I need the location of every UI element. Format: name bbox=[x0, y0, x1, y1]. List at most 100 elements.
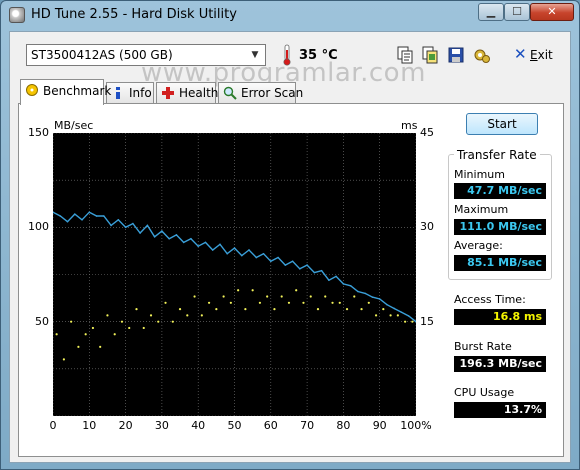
right-axis-tick: 15 bbox=[420, 314, 434, 328]
access-time-point bbox=[367, 301, 370, 304]
transfer-rate-point bbox=[153, 235, 156, 238]
save-icon[interactable] bbox=[447, 46, 465, 64]
right-axis-unit: ms bbox=[401, 119, 418, 132]
access-time-point bbox=[389, 314, 392, 317]
transfer-rate-point bbox=[88, 211, 91, 214]
tab-benchmark-label: Benchmark bbox=[43, 84, 112, 98]
x-axis-tick: 60 bbox=[263, 419, 278, 432]
transfer-rate-point bbox=[139, 232, 141, 234]
transfer-rate-point bbox=[313, 271, 316, 274]
x-axis-tick: 20 bbox=[118, 419, 133, 432]
transfer-rate-point bbox=[81, 218, 83, 221]
burst-rate-value: 196.3 MB/sec bbox=[454, 356, 546, 372]
transfer-rate-point bbox=[255, 256, 258, 259]
access-time-point bbox=[396, 314, 399, 317]
transfer-rate-point bbox=[66, 220, 69, 223]
transfer-rate-line bbox=[53, 211, 416, 323]
access-time-point bbox=[251, 289, 254, 292]
access-time-point bbox=[353, 295, 356, 298]
access-time-point bbox=[345, 307, 349, 311]
tab-health-label: Health bbox=[179, 86, 219, 100]
exit-label: Exit bbox=[530, 48, 553, 62]
benchmark-chart bbox=[53, 133, 416, 416]
maximize-button[interactable]: ☐ bbox=[504, 3, 530, 21]
transfer-rate-point bbox=[168, 237, 170, 240]
access-time-point bbox=[178, 307, 182, 311]
transfer-rate-point bbox=[291, 260, 294, 263]
title-bar: HD Tune 2.55 - Hard Disk Utility ▁ ☐ ✕ bbox=[1, 1, 579, 29]
cpu-usage-value: 13.7% bbox=[454, 402, 546, 418]
transfer-rate-point bbox=[240, 254, 243, 257]
tab-error-scan-label: Error Scan bbox=[241, 86, 304, 100]
access-time-point bbox=[91, 326, 95, 330]
access-time-point bbox=[382, 307, 385, 311]
access-time-point bbox=[77, 345, 80, 348]
access-time-point bbox=[338, 301, 341, 304]
transfer-rate-point bbox=[299, 268, 301, 270]
transfer-rate-point bbox=[190, 237, 192, 240]
right-axis-tick: 30 bbox=[420, 220, 434, 234]
transfer-rate-point bbox=[320, 269, 323, 272]
access-time-point bbox=[309, 295, 312, 298]
left-axis-tick: 100 bbox=[28, 220, 49, 234]
access-time-point bbox=[360, 307, 363, 311]
left-axis-tick: 50 bbox=[35, 314, 49, 328]
maximum-label: Maximum bbox=[454, 203, 509, 216]
transfer-rate-point bbox=[211, 249, 214, 251]
access-time-point bbox=[302, 301, 305, 304]
access-time-point bbox=[164, 301, 167, 304]
minimum-value: 47.7 MB/sec bbox=[454, 183, 546, 199]
transfer-rate-point bbox=[117, 218, 120, 221]
transfer-rate-point bbox=[371, 296, 374, 298]
access-time-point bbox=[411, 320, 414, 323]
app-window: HD Tune 2.55 - Hard Disk Utility ▁ ☐ ✕ S… bbox=[0, 0, 580, 470]
info-icon bbox=[116, 87, 120, 99]
transfer-rate-point bbox=[284, 264, 287, 266]
access-time-point bbox=[374, 314, 378, 317]
transfer-rate-point bbox=[110, 224, 112, 227]
x-axis-tick: 50 bbox=[227, 419, 242, 432]
x-axis-tick: 70 bbox=[300, 419, 315, 432]
tab-health[interactable]: Health bbox=[156, 82, 219, 104]
tab-info[interactable]: Info bbox=[106, 82, 154, 104]
transfer-rate-point bbox=[124, 226, 127, 229]
access-time-point bbox=[84, 333, 87, 336]
right-axis-tick: 45 bbox=[420, 126, 434, 139]
access-time-point bbox=[113, 333, 116, 336]
left-axis-unit: MB/sec bbox=[54, 119, 94, 132]
transfer-rate-point bbox=[378, 298, 381, 300]
cpu-usage-label: CPU Usage bbox=[454, 386, 515, 399]
x-axis-tick: 100% bbox=[400, 419, 432, 432]
access-time-point bbox=[331, 301, 334, 304]
start-button[interactable]: Start bbox=[466, 113, 538, 135]
x-axis-tick: 90 bbox=[372, 419, 387, 432]
tab-benchmark[interactable]: Benchmark bbox=[20, 79, 111, 105]
options-icon[interactable] bbox=[473, 46, 491, 64]
transfer-rate-point bbox=[182, 241, 185, 244]
access-time-point bbox=[287, 301, 291, 304]
app-icon bbox=[9, 7, 25, 23]
magnifier-icon bbox=[223, 86, 237, 100]
transfer-rate-point bbox=[349, 285, 352, 287]
minimize-button[interactable]: ▁ bbox=[478, 3, 504, 21]
transfer-rate-point bbox=[393, 307, 396, 310]
access-time-point bbox=[316, 307, 320, 311]
transfer-rate-point bbox=[270, 260, 272, 263]
access-time-point bbox=[324, 295, 327, 298]
access-time-point bbox=[135, 307, 138, 311]
x-axis-tick: 30 bbox=[154, 419, 169, 432]
burst-rate-label: Burst Rate bbox=[454, 340, 512, 353]
access-time-point bbox=[149, 314, 153, 317]
close-button[interactable]: ✕ bbox=[530, 3, 574, 21]
access-time-point bbox=[120, 320, 124, 323]
access-time-point bbox=[280, 295, 283, 298]
average-label: Average: bbox=[454, 239, 503, 252]
access-time-point bbox=[186, 314, 189, 317]
access-time-point bbox=[62, 358, 65, 361]
exit-button[interactable]: ✕ Exit bbox=[510, 44, 558, 66]
access-time-point bbox=[200, 314, 203, 317]
access-time-point bbox=[99, 345, 102, 348]
transfer-rate-point bbox=[357, 290, 359, 293]
tab-error-scan[interactable]: Error Scan bbox=[218, 82, 303, 104]
transfer-rate-point bbox=[103, 215, 105, 217]
